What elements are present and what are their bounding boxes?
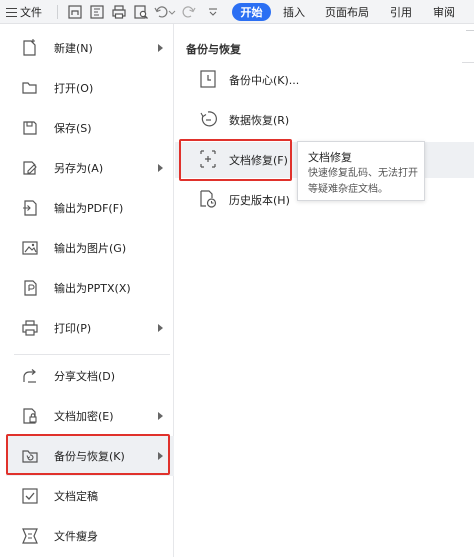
menu-item-export-image[interactable]: 输出为图片(G) bbox=[6, 228, 174, 268]
tab-references[interactable]: 引用 bbox=[390, 0, 412, 24]
save-as-icon bbox=[20, 158, 40, 178]
menu-item-label: 输出为图片(G) bbox=[54, 242, 127, 255]
highlight-box-doc-repair bbox=[179, 139, 292, 181]
menu-item-label: 保存(S) bbox=[54, 122, 92, 135]
print-quick-icon[interactable] bbox=[110, 3, 128, 21]
finalize-icon bbox=[20, 486, 40, 506]
share-icon bbox=[20, 366, 40, 386]
print-icon bbox=[20, 318, 40, 338]
menu-item-open[interactable]: 打开(O) bbox=[6, 68, 174, 108]
tab-review[interactable]: 审阅 bbox=[433, 0, 455, 24]
submenu-item-label: 备份中心(K)... bbox=[229, 74, 300, 87]
home-icon[interactable] bbox=[66, 3, 84, 21]
history-version-icon bbox=[197, 188, 219, 210]
doc-repair-tooltip: 文档修复 快速修复乱码、无法打开等疑难杂症文档。 bbox=[297, 141, 425, 201]
tab-home[interactable]: 开始 bbox=[232, 3, 271, 21]
redo-icon[interactable] bbox=[180, 3, 198, 21]
submenu-item-label: 历史版本(H) bbox=[229, 194, 290, 207]
document-edge-line bbox=[462, 62, 474, 63]
menu-item-encrypt[interactable]: 文档加密(E) bbox=[6, 396, 174, 436]
menu-item-slim[interactable]: 文件瘦身 bbox=[6, 516, 174, 556]
tab-page-layout[interactable]: 页面布局 bbox=[325, 0, 369, 24]
file-menu-label: 文件 bbox=[20, 6, 42, 19]
chevron-right-icon bbox=[158, 324, 163, 332]
toolbar-divider bbox=[57, 5, 58, 19]
tooltip-description: 快速修复乱码、无法打开等疑难杂症文档。 bbox=[308, 168, 418, 195]
menu-item-label: 文档加密(E) bbox=[54, 410, 114, 423]
slim-icon bbox=[20, 526, 40, 546]
menu-item-label: 打开(O) bbox=[54, 82, 94, 95]
menu-item-label: 文档定稿 bbox=[54, 490, 98, 503]
folder-open-icon bbox=[20, 78, 40, 98]
export-image-icon bbox=[20, 238, 40, 258]
export-pdf-quick-icon[interactable] bbox=[88, 3, 106, 21]
menu-item-export-pptx[interactable]: 输出为PPTX(X) bbox=[6, 268, 174, 308]
new-file-icon bbox=[20, 38, 40, 58]
menu-item-label: 另存为(A) bbox=[54, 162, 104, 175]
file-menu-panel: 新建(N) 打开(O) 保存(S) 另存为(A) 输出为PDF(F) 输出为图片… bbox=[6, 24, 174, 557]
menu-icon bbox=[6, 7, 17, 17]
export-pptx-icon bbox=[20, 278, 40, 298]
menu-item-label: 输出为PDF(F) bbox=[54, 202, 124, 215]
save-icon bbox=[20, 118, 40, 138]
menu-divider bbox=[14, 354, 170, 355]
menu-item-label: 新建(N) bbox=[54, 42, 93, 55]
print-preview-icon[interactable] bbox=[132, 3, 150, 21]
menu-item-label: 分享文档(D) bbox=[54, 370, 116, 383]
menu-item-label: 文件瘦身 bbox=[54, 530, 98, 543]
toolbar: 文件 开始 插入 页面布局 引用 审阅 bbox=[0, 0, 474, 24]
menu-item-print[interactable]: 打印(P) bbox=[6, 308, 174, 348]
chevron-right-icon bbox=[158, 164, 163, 172]
menu-item-label: 输出为PPTX(X) bbox=[54, 282, 131, 295]
submenu-item-backup-center[interactable]: 备份中心(K)... bbox=[175, 62, 474, 98]
chevron-right-icon bbox=[158, 412, 163, 420]
menu-item-save-as[interactable]: 另存为(A) bbox=[6, 148, 174, 188]
menu-item-new[interactable]: 新建(N) bbox=[6, 28, 174, 68]
undo-dropdown-icon[interactable] bbox=[168, 3, 176, 21]
menu-item-finalize[interactable]: 文档定稿 bbox=[6, 476, 174, 516]
chevron-right-icon bbox=[158, 44, 163, 52]
submenu-item-label: 数据恢复(R) bbox=[229, 114, 290, 127]
menu-item-share[interactable]: 分享文档(D) bbox=[6, 356, 174, 396]
encrypt-icon bbox=[20, 406, 40, 426]
menu-item-export-pdf[interactable]: 输出为PDF(F) bbox=[6, 188, 174, 228]
customize-quick-access-icon[interactable] bbox=[204, 3, 222, 21]
backup-center-icon bbox=[197, 68, 219, 90]
submenu-item-data-recovery[interactable]: 数据恢复(R) bbox=[175, 102, 474, 138]
submenu-title: 备份与恢复 bbox=[186, 43, 241, 56]
highlight-box-backup-restore bbox=[6, 434, 170, 475]
file-menu-button[interactable]: 文件 bbox=[6, 0, 42, 24]
tooltip-title: 文档修复 bbox=[308, 151, 352, 164]
tab-insert[interactable]: 插入 bbox=[283, 0, 305, 24]
menu-item-save[interactable]: 保存(S) bbox=[6, 108, 174, 148]
document-edge-line bbox=[466, 30, 474, 31]
menu-item-label: 打印(P) bbox=[54, 322, 92, 335]
export-pdf-icon bbox=[20, 198, 40, 218]
data-recovery-icon bbox=[197, 108, 219, 130]
